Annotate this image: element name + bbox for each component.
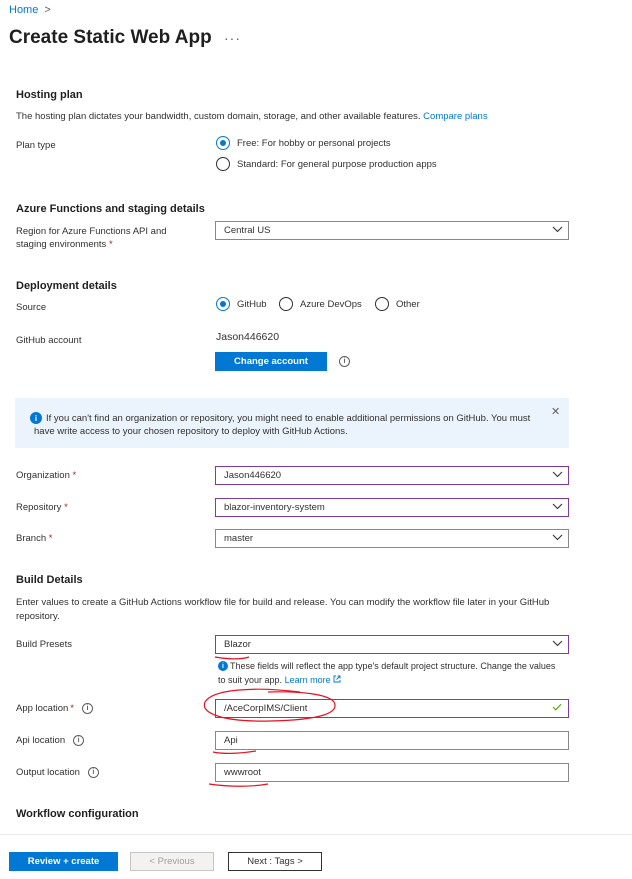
- hosting-plan-description-text: The hosting plan dictates your bandwidth…: [16, 111, 421, 122]
- radio-other[interactable]: [375, 297, 389, 311]
- output-location-value: wwwroot: [224, 767, 261, 778]
- compare-plans-link[interactable]: Compare plans: [423, 111, 487, 122]
- chevron-right-icon: >: [44, 4, 51, 16]
- change-account-button[interactable]: Change account: [215, 352, 327, 371]
- branch-label: Branch *: [16, 533, 53, 544]
- source-option-other-label: Other: [396, 298, 420, 310]
- radio-github[interactable]: [216, 297, 230, 311]
- build-presets-select[interactable]: Blazor: [215, 635, 569, 654]
- plan-option-free[interactable]: Free: For hobby or personal projects: [216, 136, 391, 150]
- previous-button[interactable]: < Previous: [130, 852, 214, 871]
- output-location-label-text: Output location: [16, 767, 80, 778]
- workflow-config-title: Workflow configuration: [16, 808, 139, 820]
- build-details-title: Build Details: [16, 574, 83, 586]
- branch-select[interactable]: master: [215, 529, 569, 548]
- source-option-other[interactable]: Other: [375, 297, 420, 311]
- external-link-icon: [333, 675, 341, 685]
- app-location-label: App location * i: [16, 703, 93, 714]
- chevron-down-icon: [546, 225, 568, 236]
- region-select-value: Central US: [224, 225, 271, 236]
- organization-label: Organization *: [16, 470, 77, 481]
- branch-select-value: master: [224, 533, 254, 544]
- chevron-down-icon: [546, 502, 568, 513]
- api-location-label-text: Api location: [16, 735, 66, 746]
- source-label: Source: [16, 302, 47, 313]
- checkmark-icon: [546, 703, 568, 714]
- source-option-github-label: GitHub: [237, 298, 267, 310]
- region-select[interactable]: Central US: [215, 221, 569, 240]
- github-account-label: GitHub account: [16, 335, 82, 346]
- plan-type-label: Plan type: [16, 140, 56, 151]
- region-label: Region for Azure Functions API and stagi…: [16, 225, 167, 251]
- app-location-label-text: App location: [16, 703, 69, 714]
- plan-option-free-label: Free: For hobby or personal projects: [237, 137, 391, 149]
- breadcrumb-home-link[interactable]: Home: [9, 4, 38, 16]
- chevron-down-icon: [546, 470, 568, 481]
- radio-azure-devops[interactable]: [279, 297, 293, 311]
- organization-label-text: Organization: [16, 470, 70, 481]
- region-label-line2: staging environments *: [16, 239, 113, 250]
- app-location-input[interactable]: /AceCorpIMS/Client: [215, 699, 569, 718]
- page-title: Create Static Web App: [9, 27, 212, 48]
- radio-free[interactable]: [216, 136, 230, 150]
- functions-section-title: Azure Functions and staging details: [16, 203, 205, 215]
- plan-option-standard[interactable]: Standard: For general purpose production…: [216, 157, 437, 171]
- repository-select[interactable]: blazor-inventory-system: [215, 498, 569, 517]
- api-location-label: Api location i: [16, 735, 85, 746]
- deployment-section-title: Deployment details: [16, 280, 117, 292]
- output-location-label: Output location i: [16, 767, 99, 778]
- repository-label-text: Repository: [16, 502, 62, 513]
- review-create-button[interactable]: Review + create: [9, 852, 118, 871]
- repository-select-value: blazor-inventory-system: [224, 502, 325, 513]
- region-label-line2-text: staging environments: [16, 239, 107, 250]
- hosting-plan-title: Hosting plan: [16, 89, 83, 101]
- api-location-value: Api: [224, 735, 238, 746]
- learn-more-link[interactable]: Learn more: [285, 675, 331, 685]
- branch-label-text: Branch: [16, 533, 47, 544]
- source-option-azure-devops[interactable]: Azure DevOps: [279, 297, 362, 311]
- source-option-github[interactable]: GitHub: [216, 297, 267, 311]
- repository-label: Repository *: [16, 502, 68, 513]
- organization-select-value: Jason446620: [224, 470, 282, 481]
- region-label-line1: Region for Azure Functions API and: [16, 226, 167, 237]
- source-option-azure-devops-label: Azure DevOps: [300, 298, 362, 310]
- more-options-button[interactable]: ···: [224, 30, 241, 46]
- close-icon[interactable]: ✕: [551, 405, 560, 418]
- github-account-value: Jason446620: [216, 331, 280, 343]
- chevron-down-icon: [546, 533, 568, 544]
- info-icon[interactable]: i: [339, 356, 350, 367]
- chevron-down-icon: [546, 639, 568, 650]
- build-presets-label: Build Presets: [16, 639, 72, 650]
- build-presets-hint: These fields will reflect the app type's…: [218, 659, 563, 687]
- info-icon[interactable]: i: [87, 767, 99, 778]
- info-icon[interactable]: i: [73, 735, 85, 746]
- next-tags-button[interactable]: Next : Tags >: [228, 852, 322, 871]
- info-banner-message: If you can't find an organization or rep…: [34, 413, 531, 437]
- info-banner-text: If you can't find an organization or rep…: [34, 412, 548, 438]
- organization-select[interactable]: Jason446620: [215, 466, 569, 485]
- build-details-description: Enter values to create a GitHub Actions …: [16, 597, 550, 622]
- plan-option-standard-label: Standard: For general purpose production…: [237, 158, 437, 170]
- hosting-plan-description: The hosting plan dictates your bandwidth…: [16, 110, 616, 124]
- build-presets-hint-text: These fields will reflect the app type's…: [218, 661, 556, 685]
- build-presets-value: Blazor: [224, 639, 251, 650]
- output-location-input[interactable]: wwwroot: [215, 763, 569, 782]
- api-location-input[interactable]: Api: [215, 731, 569, 750]
- radio-standard[interactable]: [216, 157, 230, 171]
- breadcrumb: Home >: [9, 4, 51, 16]
- app-location-value: /AceCorpIMS/Client: [224, 703, 308, 714]
- info-icon[interactable]: i: [82, 703, 93, 714]
